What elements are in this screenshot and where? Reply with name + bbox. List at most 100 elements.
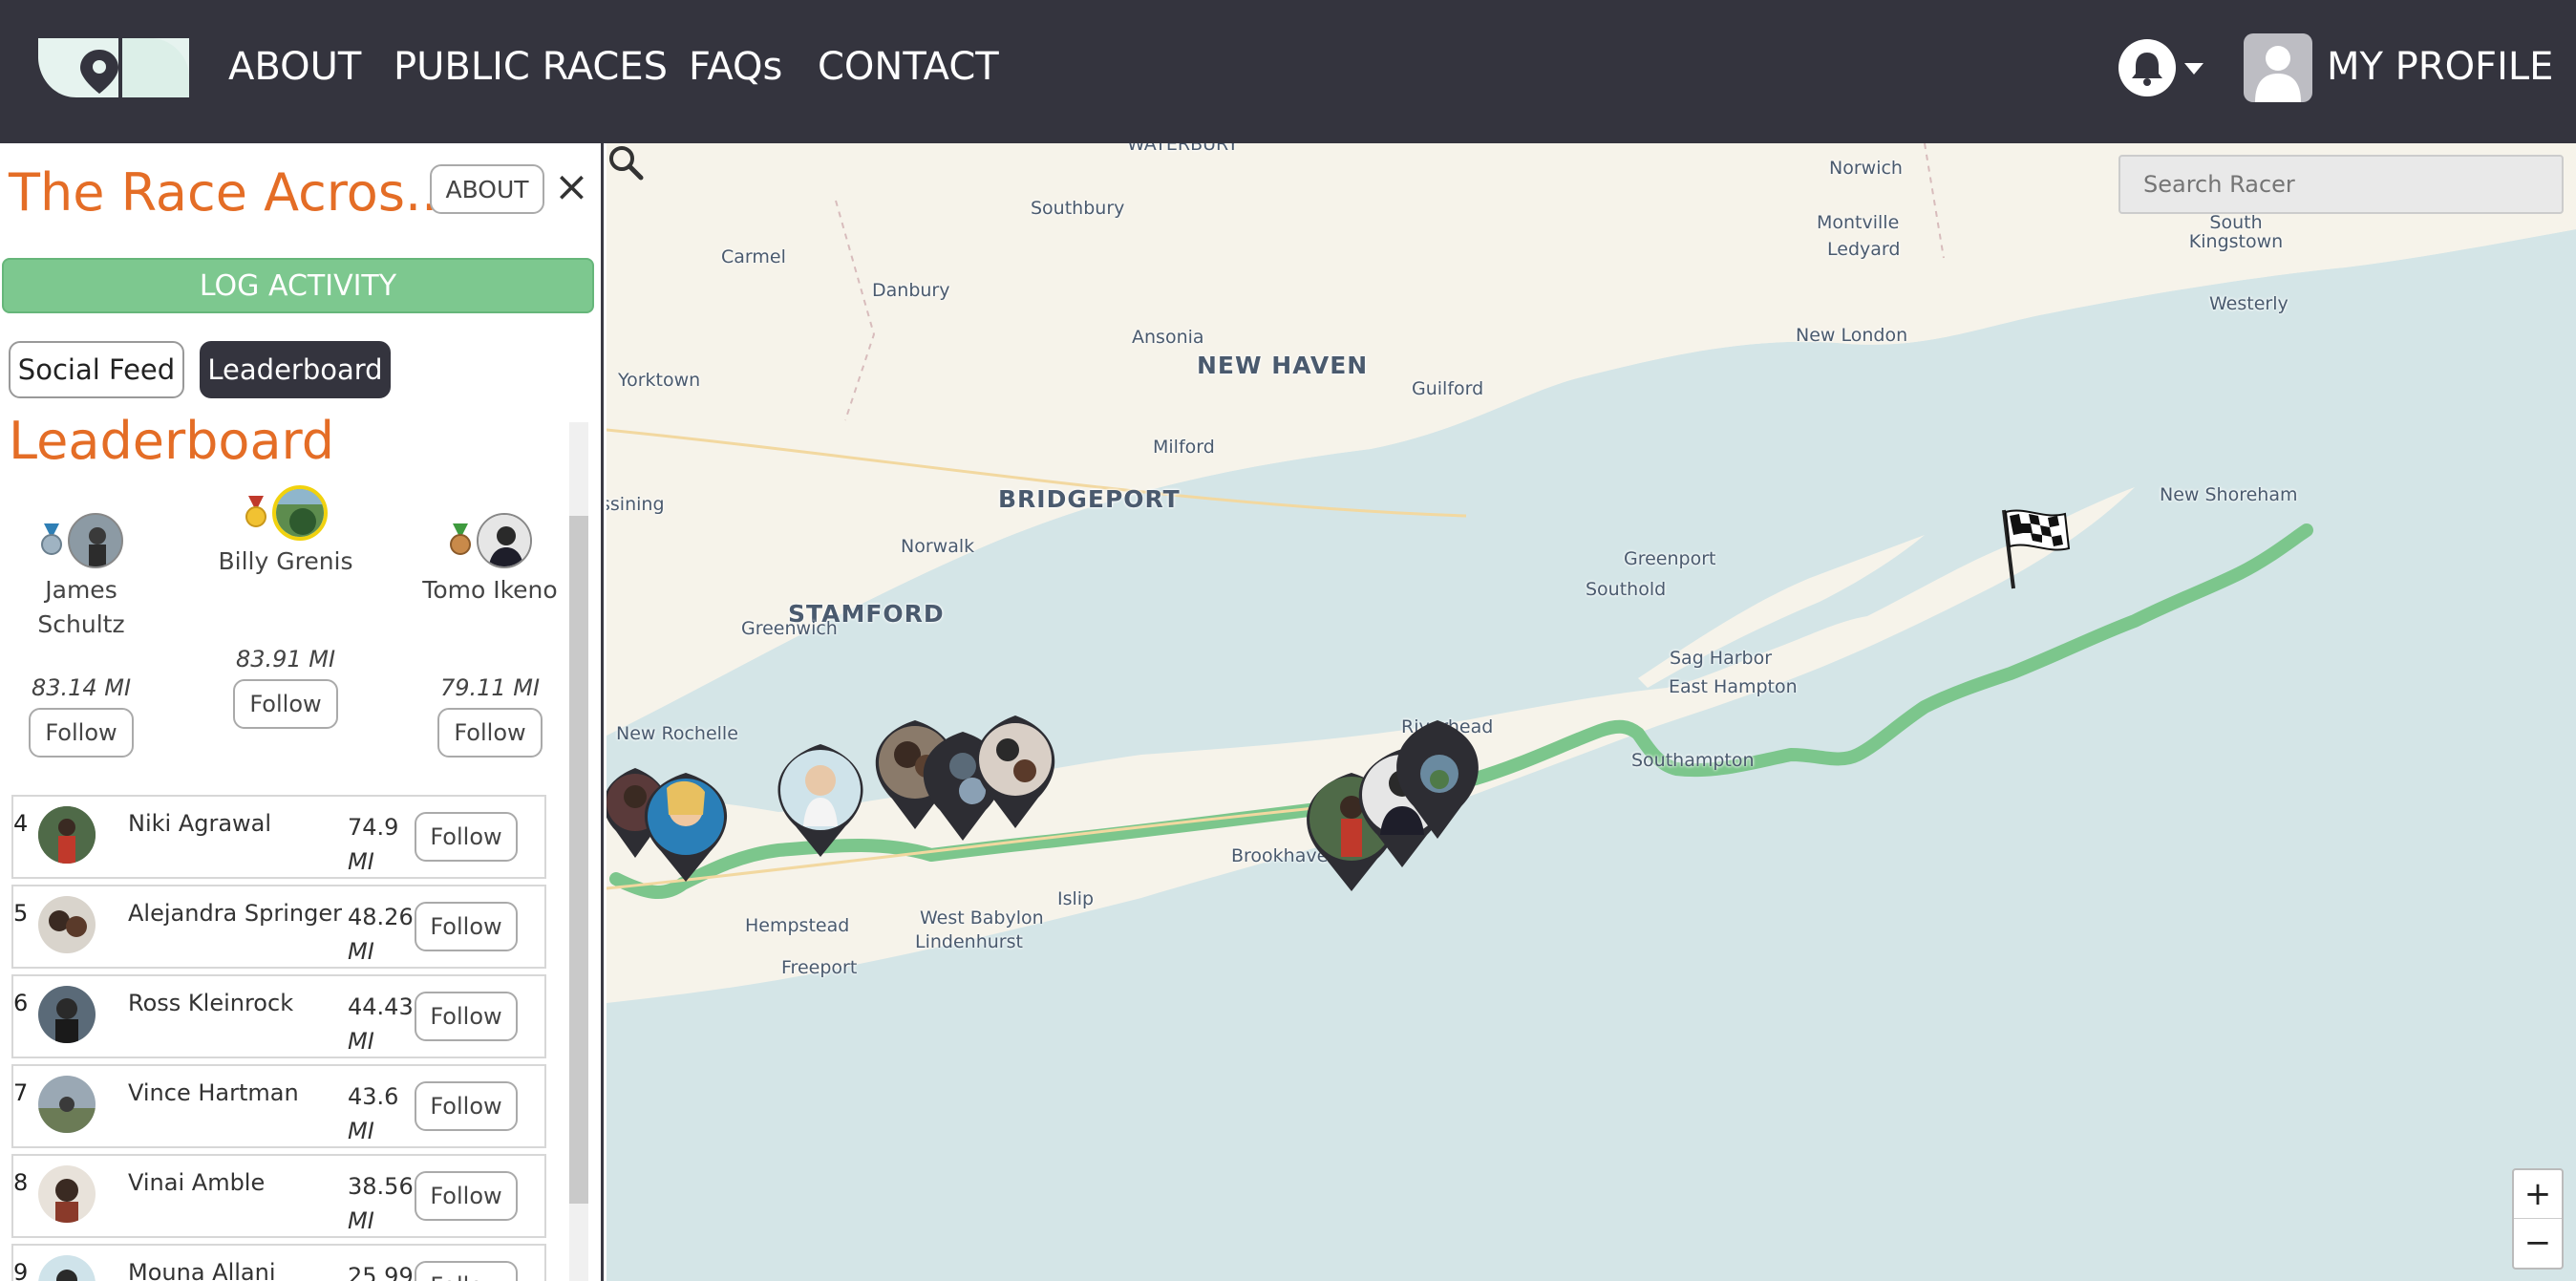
race-about-button[interactable]: ABOUT (430, 164, 544, 214)
tab-social-feed[interactable]: Social Feed (9, 341, 184, 398)
follow-button[interactable]: Follow (29, 708, 134, 758)
map-label: Ledyard (1827, 239, 1901, 260)
map-label: BRIDGEPORT (998, 485, 1181, 513)
avatar[interactable] (68, 513, 123, 568)
gold-medal-icon (245, 496, 266, 527)
avatar[interactable] (38, 896, 96, 953)
map-label: Lindenhurst (915, 931, 1023, 952)
table-row: 8 Vinai Amble 38.56 MI Follow (11, 1154, 546, 1238)
bronze-medal-icon (450, 523, 471, 555)
racer-name[interactable]: Vinai Amble (128, 1169, 265, 1196)
follow-button[interactable]: Follow (415, 992, 518, 1041)
map-label: Ansonia (1132, 327, 1204, 348)
table-row: 5 Alejandra Springer 48.26 MI Follow (11, 885, 546, 969)
map-label: Sag Harbor (1670, 648, 1773, 669)
follow-button[interactable]: Follow (415, 812, 518, 862)
user-icon (2255, 46, 2301, 102)
avatar[interactable] (38, 806, 96, 864)
podium-name[interactable]: Tomo Ikeno (409, 573, 571, 608)
rank: 5 (13, 900, 29, 927)
leaderboard-title: Leaderboard (9, 411, 335, 471)
map-label: Montville (1817, 212, 1900, 233)
zoom-out-button[interactable]: − (2514, 1219, 2562, 1268)
table-row: 4 Niki Agrawal 74.9 MI Follow (11, 795, 546, 879)
race-sidebar: The Race Acros... ABOUT × LOG ACTIVITY S… (0, 143, 604, 1281)
follow-button[interactable]: Follow (233, 679, 338, 729)
map-label: Southbury (1031, 198, 1125, 219)
map-label: NEW HAVEN (1197, 352, 1369, 379)
racer-name[interactable]: Ross Kleinrock (128, 990, 293, 1016)
follow-button[interactable]: Follow (415, 1261, 518, 1281)
notifications-button[interactable] (2118, 39, 2176, 96)
map-label: Islip (1057, 888, 1095, 909)
map-label: Greenwich (741, 618, 838, 639)
map-label: New London (1796, 325, 1908, 346)
follow-button[interactable]: Follow (437, 708, 543, 758)
table-row: 9 Mouna Allani 25.99MI Follow (11, 1244, 546, 1281)
avatar[interactable] (38, 1165, 96, 1223)
map-label: Guilford (1412, 378, 1484, 399)
racer-name[interactable]: Alejandra Springer (128, 900, 342, 927)
map-label: East Hampton (1669, 676, 1798, 697)
follow-button[interactable]: Follow (415, 902, 518, 951)
follow-button[interactable]: Follow (415, 1081, 518, 1131)
map-label: Southold (1586, 579, 1667, 600)
rank: 8 (13, 1169, 29, 1196)
racer-miles: 25.99MI (348, 1263, 414, 1281)
map-label: WATERBURY (1127, 143, 1239, 155)
race-title: The Race Acros... (9, 162, 455, 223)
close-icon[interactable]: × (554, 166, 589, 208)
racer-pin[interactable] (638, 769, 734, 884)
scrollbar-thumb[interactable] (569, 516, 588, 1204)
map-label: Norwich (1829, 158, 1903, 179)
nav-contact[interactable]: CONTACT (818, 44, 999, 90)
racer-pin[interactable] (771, 740, 870, 860)
search-icon[interactable] (607, 143, 645, 181)
table-row: 7 Vince Hartman 43.6 MI Follow (11, 1064, 546, 1148)
my-profile-link[interactable]: MY PROFILE (2327, 44, 2553, 90)
bell-icon (2132, 53, 2162, 86)
search-racer-input[interactable] (2118, 155, 2564, 214)
map-label: West Babylon (920, 907, 1044, 929)
race-map[interactable]: WATERBURY Norwich Southbury Montville Ledyar… (607, 143, 2576, 1281)
follow-button[interactable]: Follow (415, 1171, 518, 1221)
rank: 6 (13, 990, 29, 1016)
chevron-down-icon[interactable] (2184, 63, 2203, 75)
racer-pin[interactable] (1390, 716, 1485, 841)
avatar[interactable] (477, 513, 532, 568)
finish-flag-icon[interactable] (1996, 506, 2073, 592)
avatar[interactable] (272, 485, 328, 541)
map-label: Yorktown (618, 370, 701, 391)
log-activity-button[interactable]: LOG ACTIVITY (2, 258, 594, 313)
map-label: Norwalk (901, 536, 975, 557)
leaderboard-scrollbar[interactable] (569, 422, 588, 1281)
map-label: Milford (1153, 437, 1215, 458)
map-label: Carmel (721, 246, 786, 267)
racer-name[interactable]: Niki Agrawal (128, 810, 271, 837)
map-label: Freeport (781, 957, 858, 978)
racer-miles: 38.56 MI (348, 1173, 414, 1234)
racer-pin[interactable] (969, 712, 1061, 831)
nav-public-races[interactable]: PUBLIC RACES (394, 44, 668, 90)
podium-name[interactable]: James Schultz (0, 573, 162, 642)
racer-miles: 74.9 MI (348, 814, 399, 875)
racer-name[interactable]: Vince Hartman (128, 1079, 299, 1106)
logo[interactable] (38, 38, 189, 97)
tab-leaderboard[interactable]: Leaderboard (200, 341, 391, 398)
zoom-control: + − (2512, 1168, 2564, 1270)
racer-miles: 48.26 MI (348, 904, 414, 965)
rank: 9 (13, 1259, 29, 1281)
nav-about[interactable]: ABOUT (228, 44, 361, 90)
map-label: New Rochelle (616, 723, 738, 744)
avatar[interactable] (38, 1255, 96, 1281)
racer-name[interactable]: Mouna Allani (128, 1259, 276, 1281)
map-label: Southampton (1631, 750, 1755, 771)
map-label: South Kingstown (2188, 212, 2284, 252)
zoom-in-button[interactable]: + (2514, 1170, 2562, 1219)
profile-avatar[interactable] (2244, 33, 2312, 102)
podium-name[interactable]: Billy Grenis (204, 544, 367, 579)
avatar[interactable] (38, 1076, 96, 1133)
nav-faqs[interactable]: FAQs (689, 44, 782, 90)
avatar[interactable] (38, 986, 96, 1043)
map-label: ssining (607, 494, 665, 515)
